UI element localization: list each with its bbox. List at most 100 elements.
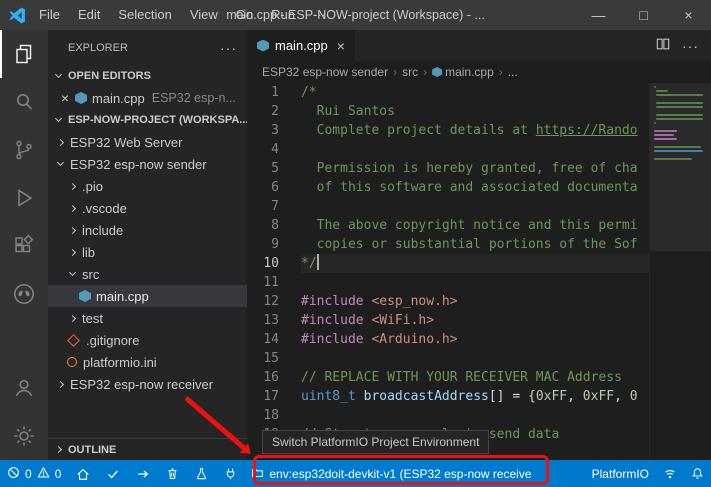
pio-serial-monitor-button[interactable] [216,460,245,487]
activity-platformio-button[interactable] [0,270,48,318]
activity-extensions-button[interactable] [0,222,48,270]
minimap-line [654,146,702,148]
code-line[interactable]: #include <esp_now.h> [301,292,649,311]
menu-selection[interactable]: Selection [109,0,180,30]
explorer-icon [12,42,36,66]
activity-account-button[interactable] [0,364,48,412]
tree-item-src[interactable]: src [48,263,247,285]
activity-settings-button[interactable] [0,412,48,460]
tree-item-pio[interactable]: .pio [48,175,247,197]
activity-source-control-button[interactable] [0,126,48,174]
code-line[interactable]: #include <WiFi.h> [301,311,649,330]
chevron-right-icon [68,248,77,256]
pio-upload-button[interactable] [128,460,158,487]
sidebar-title: EXPLORER [68,41,128,54]
line-number: 4 [271,142,279,157]
warning-icon [37,466,50,479]
code-line[interactable]: Rui Santos [301,102,649,121]
error-count: 0 [25,466,32,481]
workspace-header[interactable]: ESP-NOW-PROJECT (WORKSPA... [48,109,247,131]
problems-status[interactable]: 0 0 [0,460,68,487]
chevron-right-icon [54,445,63,454]
minimap-line [654,134,674,136]
minimize-button[interactable]: — [576,0,621,30]
maximize-button[interactable]: □ [621,0,666,30]
editor-more-actions-button[interactable]: ··· [682,38,699,54]
pio-test-button[interactable] [187,460,216,487]
code-line[interactable] [301,273,649,292]
code-line[interactable]: The above copyright notice and this perm… [301,216,649,235]
notifications-button[interactable] [684,460,711,487]
pio-remote-button[interactable] [656,460,684,487]
pio-clean-button[interactable] [158,460,187,487]
tree-item-vscode[interactable]: .vscode [48,197,247,219]
activity-bar [0,30,48,460]
line-number: 17 [263,389,279,404]
breadcrumb-src[interactable]: src [402,65,418,79]
file-tree: ESP32 Web Server ESP32 esp-now sender .pio… [48,131,247,395]
tree-item-test[interactable]: test [48,307,247,329]
pio-env-selector[interactable]: env:esp32doit-devkit-v1 (ESP32 esp-now r… [245,460,537,487]
line-number: 3 [271,123,279,138]
menu-view[interactable]: View [181,0,227,30]
tab-close-icon[interactable]: × [337,38,345,54]
sidebar-more-actions-button[interactable]: ··· [220,40,237,56]
menu-edit[interactable]: Edit [69,0,109,30]
minimap-line [656,106,704,108]
code-line[interactable]: */ [301,254,649,273]
code-line[interactable]: of this software and associated document… [301,178,649,197]
code-line[interactable] [301,140,649,159]
activity-search-button[interactable] [0,78,48,126]
code-line[interactable] [301,349,649,368]
code-lines: /* Rui Santos Complete project details a… [293,83,649,460]
tree-item-esp32-web-server[interactable]: ESP32 Web Server [48,131,247,153]
code-line[interactable]: // REPLACE WITH YOUR RECEIVER MAC Addres… [301,368,649,387]
code-line[interactable]: Complete project details at https://Rand… [301,121,649,140]
code-editor[interactable]: 12345678910111213141516171819 /* Rui San… [247,83,711,460]
breadcrumb-esp32-esp-now-sender[interactable]: ESP32 esp-now sender [262,65,388,79]
remote-icon [663,467,677,481]
pio-home-button[interactable] [68,460,98,487]
breadcrumb-separator-icon: › [393,65,398,79]
outline-header[interactable]: OUTLINE [48,438,247,460]
platformio-status[interactable]: PlatformIO [585,460,656,487]
code-line[interactable]: uint8_t broadcastAddress[] = {0xFF, 0xFF… [301,387,649,406]
breadcrumb-more[interactable]: ... [508,65,518,79]
tree-item-esp32-esp-now-sender[interactable]: ESP32 esp-now sender [48,153,247,175]
gutter[interactable]: 12345678910111213141516171819 [247,83,293,460]
beaker-icon [195,467,208,480]
code-line[interactable]: Permission is hereby granted, free of ch… [301,159,649,178]
minimap[interactable] [649,83,711,460]
breadcrumb-label: ... [507,65,518,79]
split-editor-button[interactable] [656,37,670,54]
activity-explorer-button[interactable] [0,30,48,78]
tree-item-include[interactable]: include [48,219,247,241]
open-editor-item-main-cpp[interactable]: × main.cpp ESP32 esp-n... [48,87,247,109]
code-line[interactable] [301,406,649,425]
tree-item-label: .vscode [82,200,127,216]
activity-run-debug-button[interactable] [0,174,48,222]
tree-item-esp32-esp-now-receiver[interactable]: ESP32 esp-now receiver [48,373,247,395]
tree-item-main-cpp[interactable]: main.cpp [48,285,247,307]
pio-build-button[interactable] [98,460,128,487]
close-editor-icon[interactable]: × [57,90,73,106]
code-line[interactable]: /* [301,83,649,102]
code-line[interactable]: copies or substantial portions of the So… [301,235,649,254]
tree-item-gitignore[interactable]: .gitignore [48,329,247,351]
close-button[interactable]: × [666,0,711,30]
code-line[interactable] [301,197,649,216]
title-bar: File Edit Selection View Go Run ··· main.cpp -… [0,0,711,30]
line-number: 6 [271,180,279,195]
open-editors-header[interactable]: OPEN EDITORS [48,65,247,87]
tree-item-platformio-ini[interactable]: platformio.ini [48,351,247,373]
search-icon [12,90,36,114]
tab-main-cpp[interactable]: main.cpp × [247,30,355,61]
open-editors-label: OPEN EDITORS [68,70,151,82]
minimap-line [656,118,704,120]
line-number: 12 [263,294,279,309]
breadcrumb-main-cpp[interactable]: main.cpp [432,65,494,79]
menu-file[interactable]: File [30,0,69,30]
code-line[interactable]: #include <Arduino.h> [301,330,649,349]
tree-item-lib[interactable]: lib [48,241,247,263]
minimap-line [654,130,677,132]
